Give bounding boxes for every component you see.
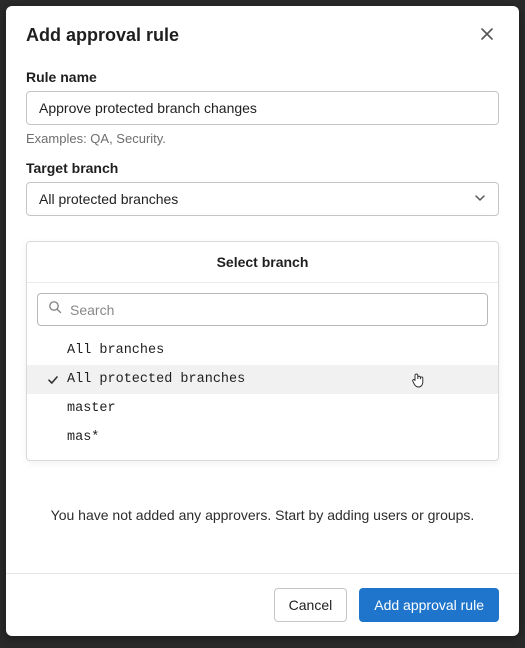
target-branch-select[interactable]: All protected branches [26, 182, 499, 216]
rule-name-label: Rule name [26, 69, 499, 85]
check-icon [43, 374, 63, 386]
close-icon [479, 26, 495, 45]
add-approval-rule-button[interactable]: Add approval rule [359, 588, 499, 622]
search-input[interactable] [70, 302, 477, 318]
branch-option-label: mas* [67, 430, 99, 445]
add-approval-rule-modal: Add approval rule Rule name Examples: QA… [6, 6, 519, 636]
branch-option-label: master [67, 401, 116, 416]
modal-title: Add approval rule [26, 25, 179, 46]
cancel-button[interactable]: Cancel [274, 588, 348, 622]
close-button[interactable] [475, 22, 499, 49]
target-branch-label: Target branch [26, 160, 499, 176]
branch-option[interactable]: All branches [27, 336, 498, 365]
rule-name-input[interactable] [26, 91, 499, 125]
modal-footer: Cancel Add approval rule [6, 573, 519, 636]
modal-header: Add approval rule [6, 6, 519, 57]
rule-name-helper: Examples: QA, Security. [26, 131, 499, 146]
branch-option[interactable]: All protected branches [27, 365, 498, 394]
approvers-empty-state: You have not added any approvers. Start … [26, 507, 499, 523]
search-icon [48, 300, 62, 319]
modal-body: Rule name Examples: QA, Security. Target… [6, 57, 519, 573]
branch-option[interactable]: mas* [27, 423, 498, 452]
branch-option[interactable]: master [27, 394, 498, 423]
search-box[interactable] [37, 293, 488, 326]
branch-dropdown-panel: Select branch All branches [26, 241, 499, 461]
dropdown-search-wrap [27, 283, 498, 336]
branch-option-label: All protected branches [67, 372, 245, 387]
target-branch-selected-value: All protected branches [39, 191, 178, 207]
branch-option-label: All branches [67, 343, 164, 358]
dropdown-header: Select branch [27, 242, 498, 283]
pointer-cursor-icon [410, 371, 426, 394]
branch-option-list: All branches All protected branches mast… [27, 336, 498, 460]
chevron-down-icon [474, 191, 486, 207]
